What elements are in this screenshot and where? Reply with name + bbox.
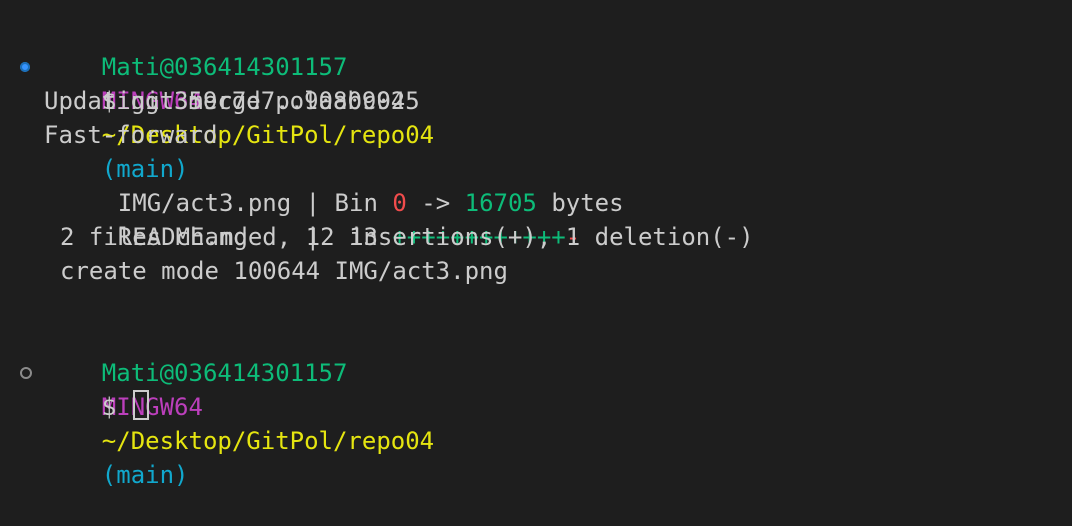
prompt-line: Mati@036414301157 MINGW64 ~/Desktop/GitP… [44, 322, 434, 489]
output-fast-forward: Fast-forward [44, 121, 218, 149]
prompt-branch: (main) [101, 461, 189, 489]
terminal-cursor[interactable] [132, 390, 149, 420]
prompt-line: Mati@036414301157 MINGW64 ~/Desktop/GitP… [44, 16, 434, 183]
prompt-path: ~/Desktop/GitPol/repo04 [101, 427, 435, 455]
diffstat-row-readme: README.md | 13 ++++++++++++- [44, 186, 580, 251]
command-pending-decoration-icon[interactable] [20, 367, 32, 379]
command-line: $ git merge pol0809025 [44, 50, 420, 115]
output-create-mode: create mode 100644 IMG/act3.png [60, 257, 508, 285]
diffstat-row-image: IMG/act3.png | Bin 0 -> 16705 bytes [44, 152, 624, 217]
input-line[interactable]: $ [44, 356, 149, 421]
prompt-symbol: $ [101, 393, 117, 421]
output-updating: Updating 359c7d7..9aabc94 [44, 87, 406, 115]
command-success-decoration-icon[interactable] [20, 62, 30, 72]
terminal-panel[interactable]: Mati@036414301157 MINGW64 ~/Desktop/GitP… [0, 0, 1072, 489]
output-summary: 2 files changed, 12 insertions(+), 1 del… [60, 223, 754, 251]
